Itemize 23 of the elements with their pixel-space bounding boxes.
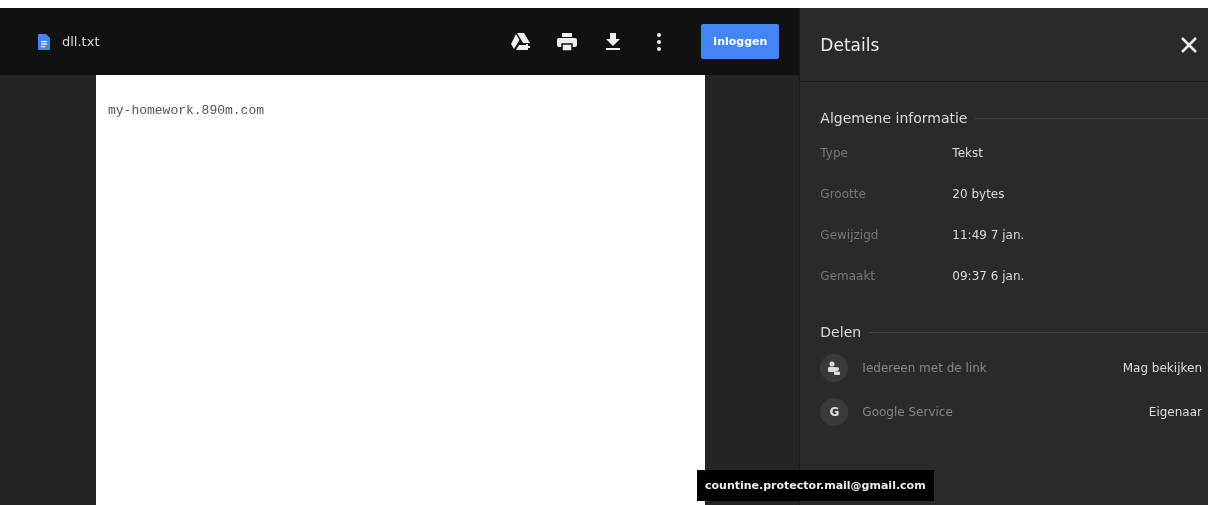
section-heading: Delen xyxy=(820,324,862,340)
info-label: Grootte xyxy=(820,186,867,201)
share-name: Iedereen met de link xyxy=(862,361,988,375)
share-role: Mag bekijken xyxy=(1122,361,1202,375)
tooltip: countine.protector.mail@gmail.com xyxy=(697,470,934,501)
share-name: Google Service xyxy=(862,405,954,419)
close-icon[interactable] xyxy=(1180,35,1198,54)
info-label: Gewijzigd xyxy=(820,227,880,242)
info-label: Type xyxy=(820,145,849,160)
document-text: my-homework.890m.com xyxy=(108,103,266,118)
panel-title: Details xyxy=(820,34,880,55)
info-value: 20 bytes xyxy=(952,186,1005,201)
section-heading: Algemene informatie xyxy=(820,110,968,126)
file-name: dll.txt xyxy=(62,34,100,49)
info-value: 09:37 6 jan. xyxy=(952,268,1025,283)
share-role: Eigenaar xyxy=(1148,405,1202,419)
people-icon xyxy=(820,354,849,382)
document-icon xyxy=(38,33,50,50)
user-avatar: G xyxy=(820,398,849,426)
info-value: 11:49 7 jan. xyxy=(952,227,1025,242)
info-label: Gemaakt xyxy=(820,268,877,283)
login-button[interactable]: Inloggen xyxy=(701,24,780,59)
info-value: Tekst xyxy=(952,145,983,160)
